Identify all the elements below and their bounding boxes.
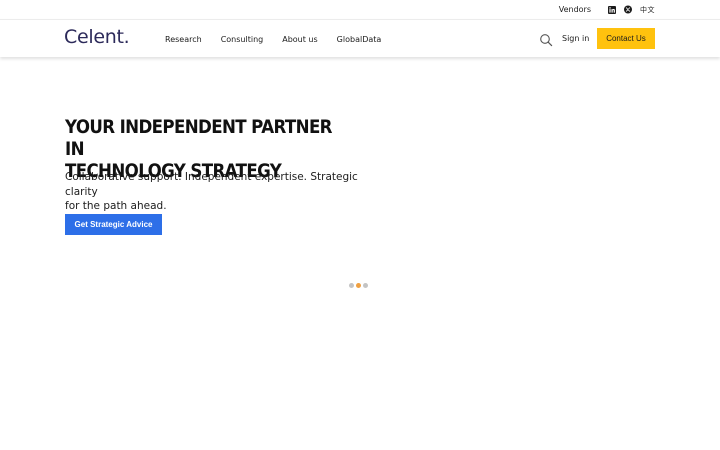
contact-us-button[interactable]: Contact Us [597, 28, 655, 49]
carousel-dot[interactable] [363, 283, 368, 288]
nav-about-us[interactable]: About us [282, 35, 317, 44]
hero-subtitle-line-1: Collaborative support. Independent exper… [65, 171, 358, 198]
sign-in-link[interactable]: Sign in [562, 34, 589, 43]
main-header: Celent. Research Consulting About us Glo… [0, 19, 720, 57]
nav-consulting[interactable]: Consulting [221, 35, 264, 44]
hero-subtitle: Collaborative support. Independent exper… [65, 170, 365, 214]
celent-logo[interactable]: Celent. [64, 26, 130, 48]
linkedin-icon[interactable] [608, 5, 616, 14]
vendors-link[interactable]: Vendors [559, 5, 591, 14]
nav-globaldata[interactable]: GlobalData [337, 35, 382, 44]
hero-title-line-1: YOUR INDEPENDENT PARTNER IN [65, 117, 333, 160]
nav-research[interactable]: Research [165, 35, 202, 44]
utility-bar: Vendors 中文 [0, 0, 720, 19]
language-selector[interactable]: 中文 [640, 5, 655, 15]
hero-subtitle-line-2: for the path ahead. [65, 200, 167, 212]
x-icon[interactable] [624, 5, 632, 14]
get-strategic-advice-button[interactable]: Get Strategic Advice [65, 214, 162, 235]
carousel-dots [349, 283, 370, 288]
carousel-dot[interactable] [356, 283, 361, 288]
search-icon[interactable] [539, 32, 553, 47]
carousel-dot[interactable] [349, 283, 354, 288]
main-nav: Research Consulting About us GlobalData [165, 20, 400, 58]
